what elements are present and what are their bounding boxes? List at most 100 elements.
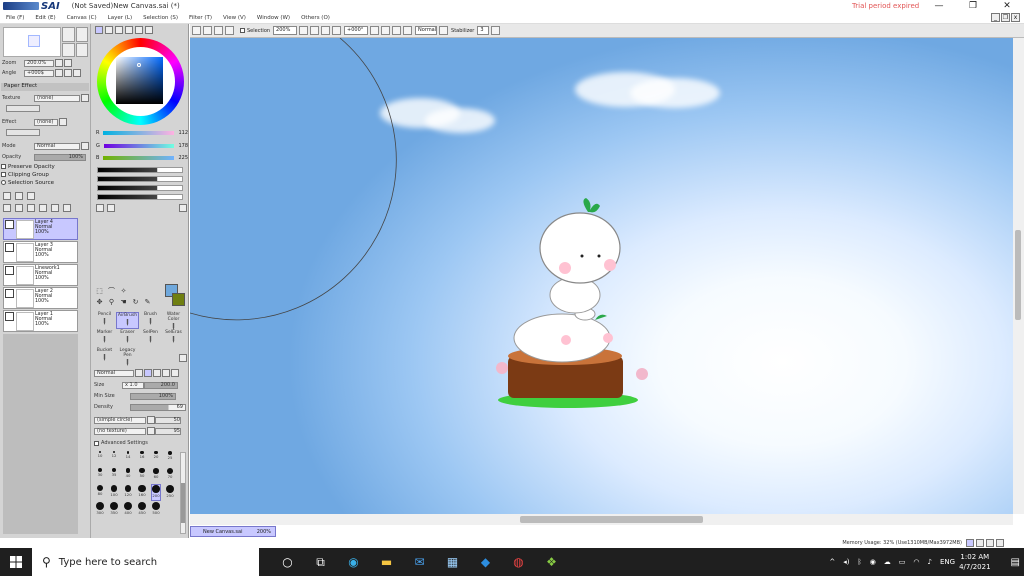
swatch-remove-button[interactable] xyxy=(107,204,115,212)
document-tab[interactable]: New Canvas.sai 200% xyxy=(190,526,276,537)
layer-visibility-eye-icon[interactable] xyxy=(5,289,14,298)
brush-size-preset[interactable]: 350 xyxy=(110,502,118,517)
brush-shape-strength[interactable]: 50 xyxy=(155,416,181,424)
eyedropper-icon[interactable]: ✎ xyxy=(142,297,153,307)
taskbar-clock[interactable]: 1:02 AM 4/7/2021 xyxy=(959,552,990,572)
menu-item-selection[interactable]: Selection (S) xyxy=(143,15,178,21)
invert-selection-icon[interactable] xyxy=(225,26,234,35)
brush-tool-eraser[interactable]: Eraser xyxy=(116,330,139,347)
brush-size-preset[interactable]: 25 xyxy=(168,451,172,466)
task-view-icon[interactable]: ⧉ xyxy=(304,548,337,576)
brush-shape-flat-icon[interactable] xyxy=(162,369,170,377)
angle-plus-button[interactable] xyxy=(64,69,72,77)
clipping-group-row[interactable]: Clipping Group xyxy=(1,172,89,178)
red-slider[interactable] xyxy=(103,130,175,135)
brush-mode-select[interactable]: Normal xyxy=(94,369,134,377)
brush-size-preset[interactable]: 35 xyxy=(112,468,116,483)
stabilizer-dropdown[interactable] xyxy=(491,26,501,35)
effect-select[interactable]: (none) xyxy=(34,118,58,126)
brush-tool-seleras[interactable]: SelEras xyxy=(162,330,185,347)
brush-size-preset[interactable]: 12 xyxy=(112,451,116,466)
angle-reset-button[interactable] xyxy=(73,69,81,77)
paint-tool-sai-icon[interactable]: ❖ xyxy=(535,548,568,576)
copy-layer-icon[interactable] xyxy=(3,204,11,212)
rotate-reset-icon[interactable] xyxy=(392,26,402,35)
redo-icon[interactable] xyxy=(203,26,212,35)
paper-effect-header[interactable]: Paper Effect xyxy=(1,83,89,91)
brush-size-preset[interactable]: 50 xyxy=(139,468,145,483)
nav-zoom-in-button[interactable] xyxy=(62,27,75,42)
menu-item-edit[interactable]: Edit (E) xyxy=(35,15,55,21)
rotate-right-icon[interactable] xyxy=(381,26,391,35)
notifications-icon[interactable]: ▤ xyxy=(1011,557,1020,568)
zoom-field[interactable]: 200.0% xyxy=(24,59,54,67)
brush-presets-scrollbar[interactable] xyxy=(180,452,186,534)
brush-size-preset[interactable]: 100 xyxy=(110,485,118,500)
rotate-left-icon[interactable] xyxy=(370,26,380,35)
menu-item-layer[interactable]: Layer (L) xyxy=(108,15,132,21)
green-value[interactable]: 178 xyxy=(178,143,188,149)
hand-icon[interactable]: ☚ xyxy=(118,297,129,307)
file-explorer-icon[interactable]: ▬ xyxy=(370,548,403,576)
clipping-group-checkbox[interactable] xyxy=(1,172,6,177)
brush-shape-select[interactable]: (simple circle) xyxy=(94,416,146,424)
tray-app-icon[interactable]: ◉ xyxy=(870,558,876,566)
brush-size-preset[interactable]: 200 xyxy=(151,484,161,501)
app-icon-blue[interactable]: ◆ xyxy=(469,548,502,576)
vertical-scrollbar-thumb[interactable] xyxy=(1015,230,1021,320)
brush-tool-legacy-pen[interactable]: Legacy Pen xyxy=(116,348,139,366)
density-slider[interactable]: 69 xyxy=(130,403,186,411)
color-panel-menu-button[interactable] xyxy=(179,204,187,212)
brush-size-preset[interactable]: 20 xyxy=(154,451,158,466)
hsv-tab-icon[interactable] xyxy=(115,26,123,34)
min-size-slider[interactable]: 100% xyxy=(130,392,176,400)
brush-shape-round-icon[interactable] xyxy=(153,369,161,377)
brush-tool-bucket[interactable]: Bucket xyxy=(93,348,116,365)
mode-select[interactable]: Normal xyxy=(34,142,80,150)
swatches-tab-icon[interactable] xyxy=(135,26,143,34)
maximize-button[interactable]: ❐ xyxy=(956,0,990,12)
doc-minimize-button[interactable]: _ xyxy=(991,13,1000,22)
brush-size-multiplier[interactable]: x 1.0 xyxy=(122,381,144,389)
menu-item-window[interactable]: Window (W) xyxy=(257,15,290,21)
new-layer-icon[interactable] xyxy=(3,192,11,200)
mode-dropdown-button[interactable] xyxy=(81,142,89,150)
selection-source-row[interactable]: Selection Source xyxy=(1,180,89,186)
microsoft-store-icon[interactable]: ▦ xyxy=(436,548,469,576)
undo-icon[interactable] xyxy=(192,26,201,35)
layer-visibility-eye-icon[interactable] xyxy=(5,266,14,275)
tray-cloud-icon[interactable]: ☁ xyxy=(884,558,891,566)
horizontal-scrollbar[interactable] xyxy=(190,514,1013,525)
brush-texture-select[interactable]: (no texture) xyxy=(94,427,146,435)
angle-field[interactable]: +000$ xyxy=(24,69,54,77)
toolbar-zoom-dropdown[interactable] xyxy=(299,26,309,35)
brush-size-preset[interactable]: 80 xyxy=(96,485,104,500)
secondary-color-swatch[interactable] xyxy=(172,293,185,306)
tray-bluetooth-icon[interactable]: ᛒ xyxy=(857,558,861,566)
brush-tool-marker[interactable]: Marker xyxy=(93,330,116,347)
edge-browser-icon[interactable]: ◉ xyxy=(337,548,370,576)
brush-size-slider[interactable]: 200.0 xyxy=(144,381,178,389)
marquee-select-icon[interactable]: ⬚ xyxy=(94,286,105,296)
menu-item-filter[interactable]: Filter (T) xyxy=(189,15,212,21)
green-slider[interactable] xyxy=(103,143,175,148)
toolbar-zoom-out-icon[interactable] xyxy=(310,26,320,35)
blue-slider[interactable] xyxy=(103,155,175,160)
brush-size-preset[interactable]: 14 xyxy=(126,451,130,466)
swatch-add-button[interactable] xyxy=(96,204,104,212)
brush-size-preset[interactable]: 160 xyxy=(138,485,146,500)
brush-size-preset[interactable]: 16 xyxy=(140,451,144,466)
zoom-icon[interactable]: ⚲ xyxy=(106,297,117,307)
layer-visibility-eye-icon[interactable] xyxy=(5,220,14,229)
user-slider-2[interactable] xyxy=(97,176,183,182)
brush-presets-scrollbar-thumb[interactable] xyxy=(181,483,185,523)
brush-size-preset[interactable]: 30 xyxy=(98,468,102,483)
chrome-icon[interactable]: ◍ xyxy=(502,548,535,576)
layer-lock-icon[interactable] xyxy=(51,204,59,212)
brush-size-preset[interactable]: 450 xyxy=(138,502,146,517)
taskbar-search-box[interactable]: ⚲ Type here to search xyxy=(32,548,259,576)
brush-shape-pointed-icon[interactable] xyxy=(144,369,152,377)
cortana-icon[interactable]: ○ xyxy=(271,548,304,576)
nav-rotate-left-button[interactable] xyxy=(62,42,75,57)
toolbar-zoom-field[interactable]: 200% xyxy=(273,26,298,35)
